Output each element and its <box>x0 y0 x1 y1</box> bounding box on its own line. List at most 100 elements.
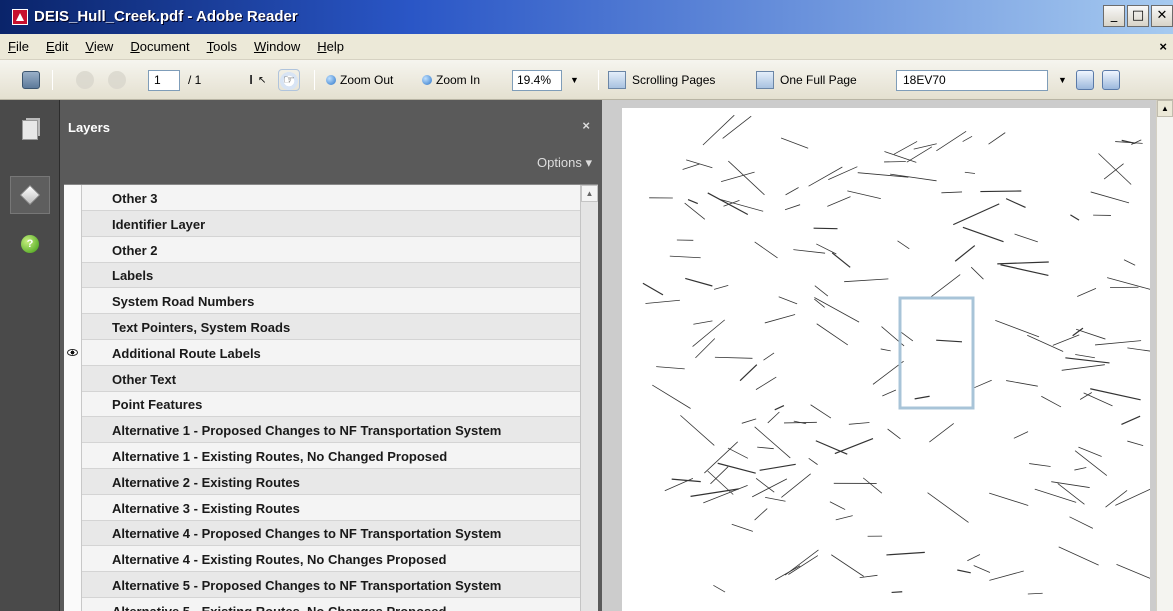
scroll-up-icon[interactable]: ▲ <box>1157 100 1173 117</box>
route-segment <box>995 320 1040 338</box>
layer-row[interactable]: Alternative 4 - Proposed Changes to NF T… <box>64 520 580 547</box>
layer-visibility-toggle[interactable] <box>64 391 82 418</box>
layer-row[interactable]: Alternative 1 - Existing Routes, No Chan… <box>64 443 580 469</box>
toolbar-separator <box>52 70 53 90</box>
menu-bar: File Edit View Document Tools Window Hel… <box>0 34 1173 60</box>
layer-label: Other Text <box>112 371 177 387</box>
pdf-page[interactable] <box>622 108 1150 611</box>
layer-visibility-toggle[interactable] <box>64 236 82 263</box>
scroll-up-icon[interactable]: ▲ <box>581 185 598 202</box>
layer-row[interactable]: Other 2 <box>64 236 580 263</box>
layer-visibility-toggle[interactable] <box>64 468 82 495</box>
layer-label: Other 2 <box>112 242 158 258</box>
menu-edit[interactable]: Edit <box>46 39 68 54</box>
minimize-button[interactable]: _ <box>1103 5 1125 27</box>
layer-row[interactable]: Other 3 <box>64 185 580 211</box>
find-next-button[interactable] <box>1076 68 1094 92</box>
zoom-out-button[interactable]: Zoom Out <box>326 68 393 92</box>
close-button[interactable]: ✕ <box>1151 5 1173 27</box>
route-segment <box>1090 191 1130 204</box>
maximize-button[interactable]: □ <box>1127 5 1149 27</box>
panel-close-button[interactable]: × <box>582 118 590 133</box>
scrolling-pages-label: Scrolling Pages <box>632 73 716 87</box>
layer-visibility-toggle[interactable] <box>64 288 82 315</box>
route-segment <box>927 492 969 523</box>
help-button[interactable]: ? <box>14 228 46 260</box>
layer-label: Alternative 4 - Existing Routes, No Chan… <box>112 552 447 568</box>
layer-visibility-toggle[interactable] <box>64 572 82 598</box>
next-page-button[interactable] <box>108 68 126 92</box>
route-segment <box>857 172 909 178</box>
layer-row[interactable]: Identifier Layer <box>64 210 580 237</box>
menu-window[interactable]: Window <box>254 39 300 54</box>
layer-row[interactable]: Alternative 3 - Existing Routes <box>64 494 580 521</box>
route-segment <box>645 299 680 304</box>
layer-row[interactable]: Additional Route Labels <box>64 339 580 366</box>
previous-page-button[interactable] <box>76 68 94 92</box>
route-segment <box>1077 287 1097 297</box>
layer-visibility-toggle[interactable] <box>64 210 82 237</box>
find-previous-button[interactable] <box>1102 68 1120 92</box>
layers-panel-button[interactable] <box>10 176 50 214</box>
route-segment <box>936 339 963 343</box>
route-segment <box>1074 467 1087 471</box>
route-segment <box>693 320 713 325</box>
route-segment <box>886 551 925 556</box>
layer-row[interactable]: Alternative 5 - Proposed Changes to NF T… <box>64 572 580 598</box>
layer-row[interactable]: Other Text <box>64 365 580 392</box>
pages-panel-button[interactable] <box>14 114 46 146</box>
route-segment <box>893 141 918 155</box>
layer-row[interactable]: Alternative 5 - Existing Routes, No Chan… <box>64 597 580 611</box>
print-button[interactable] <box>22 68 40 92</box>
document-scrollbar[interactable]: ▲ <box>1156 100 1173 611</box>
hand-tool-button[interactable]: ☞ <box>278 68 300 92</box>
select-tool-button[interactable]: I ↖ <box>244 68 266 92</box>
layer-row[interactable]: System Road Numbers <box>64 288 580 315</box>
route-segment <box>783 421 817 424</box>
menu-help[interactable]: Help <box>317 39 344 54</box>
layer-visibility-toggle[interactable] <box>64 546 82 573</box>
route-segment <box>1065 357 1110 364</box>
layer-visibility-toggle[interactable] <box>64 314 82 340</box>
document-close-button[interactable]: × <box>1159 39 1167 54</box>
layer-row[interactable]: Alternative 4 - Existing Routes, No Chan… <box>64 546 580 573</box>
document-view: ▲ <box>602 100 1173 611</box>
route-segment <box>781 473 811 498</box>
layer-visibility-toggle[interactable] <box>64 339 82 366</box>
layer-row[interactable]: Alternative 2 - Existing Routes <box>64 468 580 495</box>
options-menu[interactable]: Options ▾ <box>537 155 592 171</box>
zoom-value[interactable]: 19.4% <box>512 69 562 91</box>
menu-tools[interactable]: Tools <box>207 39 237 54</box>
layer-visibility-toggle[interactable] <box>64 365 82 392</box>
find-input[interactable]: 18EV70 <box>896 69 1048 91</box>
route-segment <box>1027 592 1043 595</box>
route-segment <box>741 418 757 424</box>
route-segment <box>1034 488 1077 503</box>
layer-visibility-toggle[interactable] <box>64 185 82 211</box>
list-scrollbar[interactable]: ▲ <box>580 185 598 611</box>
one-full-page-button[interactable]: One Full Page <box>756 68 857 92</box>
page-number-input[interactable]: 1 <box>148 69 180 91</box>
menu-document[interactable]: Document <box>130 39 189 54</box>
menu-file[interactable]: File <box>8 39 29 54</box>
layer-visibility-toggle[interactable] <box>64 520 82 547</box>
layer-row[interactable]: Point Features <box>64 391 580 418</box>
layer-visibility-toggle[interactable] <box>64 262 82 289</box>
layer-visibility-toggle[interactable] <box>64 597 82 611</box>
layer-row[interactable]: Alternative 1 - Proposed Changes to NF T… <box>64 417 580 444</box>
layer-row[interactable]: Text Pointers, System Roads <box>64 314 580 340</box>
layer-visibility-toggle[interactable] <box>64 417 82 444</box>
zoom-in-button[interactable]: Zoom In <box>422 68 480 92</box>
layer-row[interactable]: Labels <box>64 262 580 289</box>
find-dropdown-icon[interactable]: ▼ <box>1058 75 1067 85</box>
layer-visibility-toggle[interactable] <box>64 443 82 469</box>
scrolling-pages-button[interactable]: Scrolling Pages <box>608 68 715 92</box>
layer-visibility-toggle[interactable] <box>64 494 82 521</box>
zoom-select[interactable]: 19.4% ▼ <box>512 68 579 92</box>
layers-list: Alternative 5 - Existing Routes, No Chan… <box>64 184 598 611</box>
layer-label: Identifier Layer <box>112 216 206 232</box>
menu-view[interactable]: View <box>85 39 113 54</box>
route-segment <box>680 415 715 446</box>
chevron-down-icon[interactable]: ▼ <box>570 75 579 85</box>
route-segment <box>829 501 846 510</box>
